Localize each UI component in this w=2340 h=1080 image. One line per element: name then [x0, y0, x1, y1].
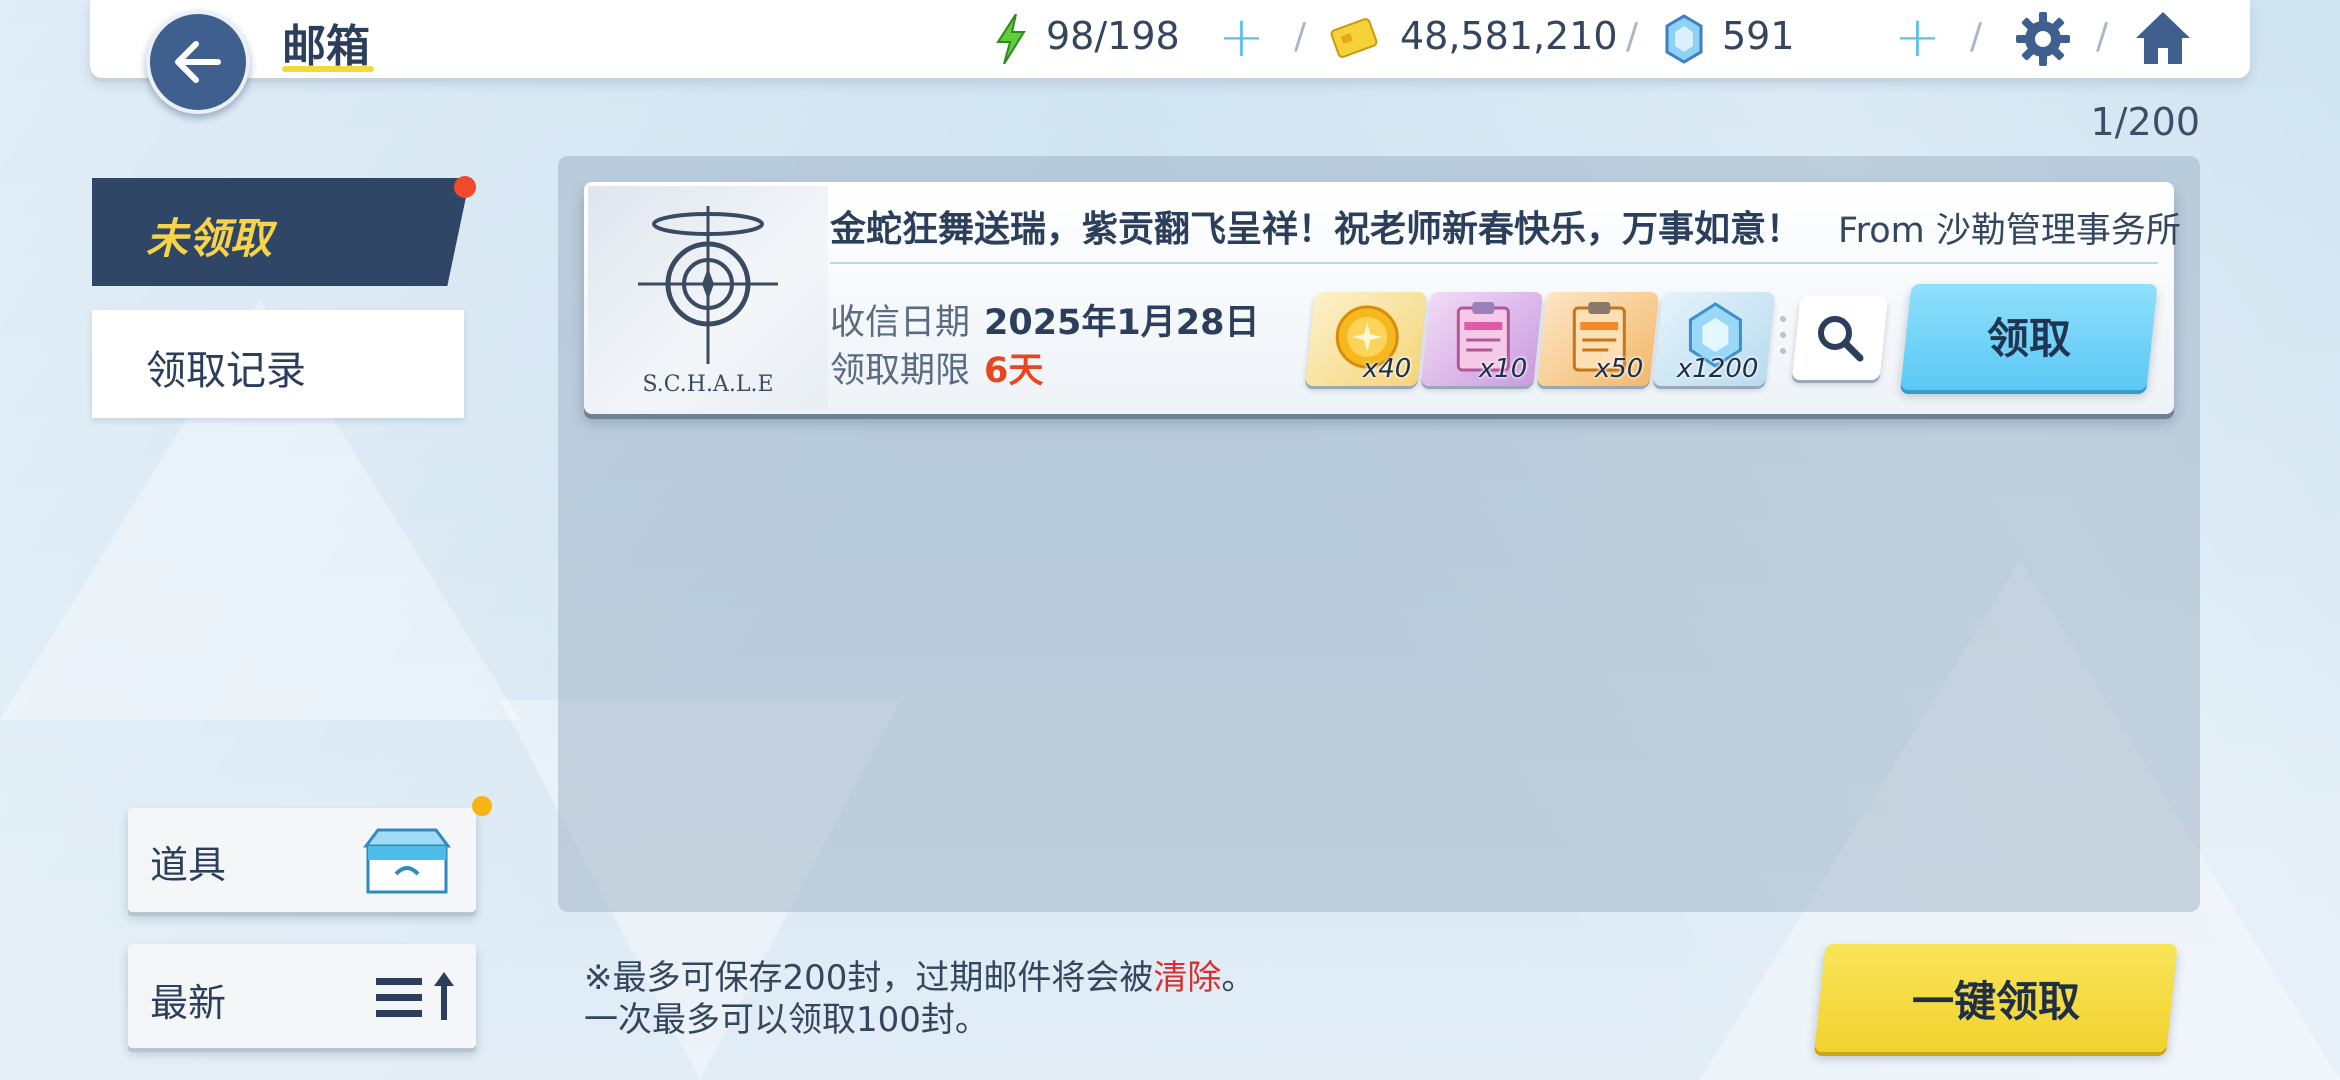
stamina-value: 98/198 [1046, 14, 1180, 58]
notification-dot [472, 796, 492, 816]
reward-quantity: x50 [1594, 354, 1643, 384]
reward-quantity: x10 [1478, 354, 1527, 384]
gems-add-button[interactable]: + [1894, 10, 1941, 66]
scroll-indicator [1780, 316, 1788, 364]
claim-button-label: 领取 [1986, 314, 2071, 363]
mail-subject: 金蛇狂舞送瑞，紫贡翻飞呈祥！祝老师新春快乐，万事如意！ [830, 209, 1803, 250]
item-filter-label: 道具 [150, 843, 227, 887]
tab-history-label: 领取记录 [146, 348, 306, 394]
reward-item[interactable]: x1200 [1653, 292, 1775, 386]
mail-sender: From 沙勒管理事务所 [1838, 211, 2181, 251]
gear-icon[interactable] [2014, 10, 2072, 68]
schale-logo-text: S.C.H.A.L.E [642, 372, 774, 397]
received-date-label: 收信日期 [830, 303, 971, 343]
deadline-label: 领取期限 [830, 351, 971, 391]
received-date-value: 2025年1月28日 [984, 303, 1260, 343]
lightning-icon [996, 14, 1026, 64]
gems-value: 591 [1722, 14, 1795, 58]
schale-emblem-icon [638, 206, 778, 364]
back-button[interactable] [146, 10, 250, 114]
separator: / [2096, 16, 2109, 57]
item-box-icon [363, 828, 451, 894]
reward-quantity: x1200 [1677, 354, 1759, 384]
sort-label: 最新 [150, 981, 227, 1025]
reward-quantity: x40 [1362, 354, 1411, 384]
notice-highlight: 清除 [1153, 958, 1222, 998]
separator: / [1294, 16, 1307, 57]
tab-unclaimed-label: 未领取 [146, 214, 273, 263]
claim-all-label: 一键领取 [1911, 977, 2080, 1026]
separator: / [1970, 16, 1983, 57]
home-icon[interactable] [2132, 8, 2194, 68]
credits-value: 48,581,210 [1400, 14, 1618, 58]
reward-item[interactable]: x50 [1537, 292, 1659, 386]
page-counter: 1/200 [2090, 100, 2200, 144]
separator: / [1626, 16, 1639, 57]
reward-item[interactable]: x40 [1305, 292, 1427, 386]
deadline-value: 6天 [984, 351, 1044, 391]
reward-item[interactable]: x10 [1421, 292, 1543, 386]
gem-icon [1665, 14, 1703, 64]
details-button[interactable] [1791, 296, 1889, 380]
arrow-left-icon [175, 41, 221, 83]
stamina-add-button[interactable]: + [1218, 10, 1265, 66]
divider [830, 262, 2158, 264]
sort-ascending-icon [376, 972, 454, 1020]
title-underline [282, 66, 374, 72]
credit-card-icon [1330, 18, 1378, 58]
page-title: 邮箱 [282, 21, 370, 72]
search-icon [1818, 316, 1864, 362]
notice-text: 。 [1221, 958, 1256, 998]
mail-notice-line2: 一次最多可以领取100封。 [584, 1000, 989, 1040]
notification-dot [454, 176, 476, 198]
